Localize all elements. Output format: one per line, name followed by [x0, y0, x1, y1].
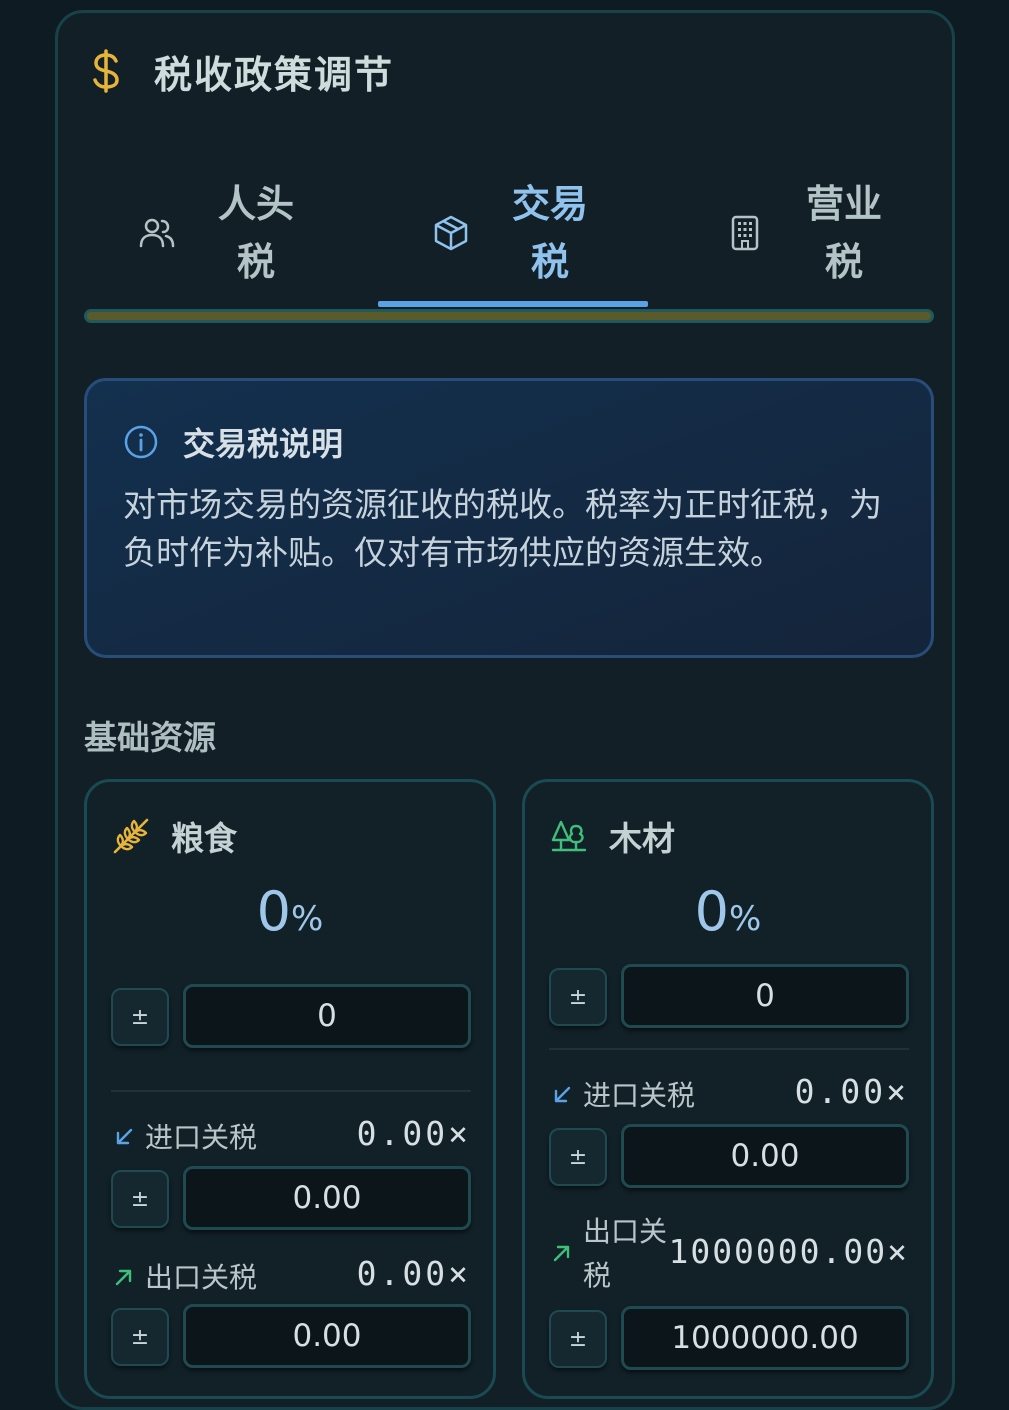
- export-tariff-input[interactable]: 1000000.00: [621, 1306, 909, 1370]
- export-input-row: ± 1000000.00: [549, 1306, 909, 1370]
- tax-rate-input[interactable]: 0: [621, 964, 909, 1028]
- tab-business-tax[interactable]: 营业税: [672, 153, 942, 313]
- tax-rate-display: 0%: [87, 880, 493, 943]
- box-icon: [434, 215, 468, 251]
- wheat-icon: [113, 818, 149, 854]
- sign-toggle-button[interactable]: ±: [111, 1170, 169, 1228]
- sign-toggle-button[interactable]: ±: [111, 1308, 169, 1366]
- tax-rate-value: 0: [256, 880, 292, 943]
- tab-label: 交易税: [511, 182, 588, 284]
- tab-head-tax[interactable]: 人头税: [84, 153, 354, 313]
- sign-toggle-button[interactable]: ±: [549, 968, 607, 1026]
- export-tariff-label: 出口关税: [583, 1215, 668, 1292]
- tab-progress-bar: [84, 309, 934, 323]
- info-description: 对市场交易的资源征收的税收。税率为正时征税，为负时作为补贴。仅对有市场供应的资源…: [123, 485, 882, 572]
- resource-header: 粮食: [111, 812, 237, 860]
- import-input-row: ± 0.00: [549, 1124, 909, 1188]
- tax-rate-unit: %: [729, 899, 762, 939]
- info-title: 交易税说明: [183, 425, 344, 463]
- tax-rate-display: 0%: [525, 880, 931, 943]
- tax-rate-unit: %: [291, 899, 324, 939]
- import-tariff-label: 进口关税: [583, 1079, 696, 1112]
- arrow-down-left-icon: [554, 1086, 571, 1103]
- tax-rate-input[interactable]: 0: [183, 984, 471, 1048]
- tab-label: 人头税: [217, 182, 294, 284]
- resource-name: 粮食: [171, 819, 237, 858]
- import-tariff-row: 进口关税 0.00×: [111, 1102, 471, 1172]
- users-icon: [139, 218, 175, 248]
- tree-icon: [551, 820, 587, 852]
- import-tariff-input[interactable]: 0.00: [183, 1166, 471, 1230]
- resource-header: 木材: [549, 812, 675, 860]
- info-header: 交易税说明: [123, 419, 343, 465]
- export-tariff-value: 0.00×: [356, 1254, 471, 1293]
- import-input-row: ± 0.00: [111, 1166, 471, 1230]
- tax-input-row: ± 0: [549, 964, 909, 1028]
- panel-header: 税收政策调节: [88, 41, 394, 101]
- tax-input-row: ± 0: [111, 984, 471, 1048]
- active-tab-indicator: [378, 301, 648, 307]
- resource-card-wood: 木材 0% ± 0 进口关税 0.00× ± 0.00 出口关税 1000000…: [522, 779, 934, 1399]
- export-tariff-value: 1000000.00×: [668, 1232, 909, 1271]
- tab-label: 营业税: [805, 182, 882, 284]
- divider: [549, 1048, 909, 1050]
- page-title: 税收政策调节: [154, 51, 395, 97]
- arrow-down-left-icon: [116, 1128, 133, 1145]
- divider: [111, 1090, 471, 1092]
- import-tariff-value: 0.00×: [356, 1114, 471, 1153]
- sign-toggle-button[interactable]: ±: [111, 988, 169, 1046]
- import-tariff-row: 进口关税 0.00×: [549, 1060, 909, 1130]
- resource-card-grain: 粮食 0% ± 0 进口关税 0.00× ± 0.00 出口关税 0.00× ±…: [84, 779, 496, 1399]
- sign-toggle-button[interactable]: ±: [549, 1310, 607, 1368]
- info-box: 交易税说明 对市场交易的资源征收的税收。税率为正时征税，为负时作为补贴。仅对有市…: [84, 378, 934, 658]
- export-input-row: ± 0.00: [111, 1304, 471, 1368]
- arrow-up-right-icon: [115, 1269, 132, 1286]
- tax-policy-panel: 税收政策调节 人头税 交易税 营业税 交易税说明 对市场交易的资源征收的税收。税…: [55, 10, 955, 1410]
- tax-tabs: 人头税 交易税 营业税: [84, 153, 934, 323]
- tax-rate-value: 0: [694, 880, 730, 943]
- dollar-icon: [93, 49, 119, 93]
- arrow-up-right-icon: [553, 1245, 570, 1262]
- building-icon: [731, 215, 759, 251]
- tab-trade-tax[interactable]: 交易税: [378, 153, 648, 313]
- info-icon: [124, 425, 158, 459]
- export-tariff-input[interactable]: 0.00: [183, 1304, 471, 1368]
- resource-name: 木材: [609, 819, 675, 858]
- export-tariff-row: 出口关税 0.00×: [111, 1242, 471, 1312]
- export-tariff-label: 出口关税: [145, 1261, 258, 1294]
- sign-toggle-button[interactable]: ±: [549, 1128, 607, 1186]
- import-tariff-input[interactable]: 0.00: [621, 1124, 909, 1188]
- export-tariff-row: 出口关税 1000000.00×: [549, 1202, 909, 1292]
- section-title: 基础资源: [84, 718, 216, 757]
- import-tariff-value: 0.00×: [794, 1072, 909, 1111]
- import-tariff-label: 进口关税: [145, 1121, 258, 1154]
